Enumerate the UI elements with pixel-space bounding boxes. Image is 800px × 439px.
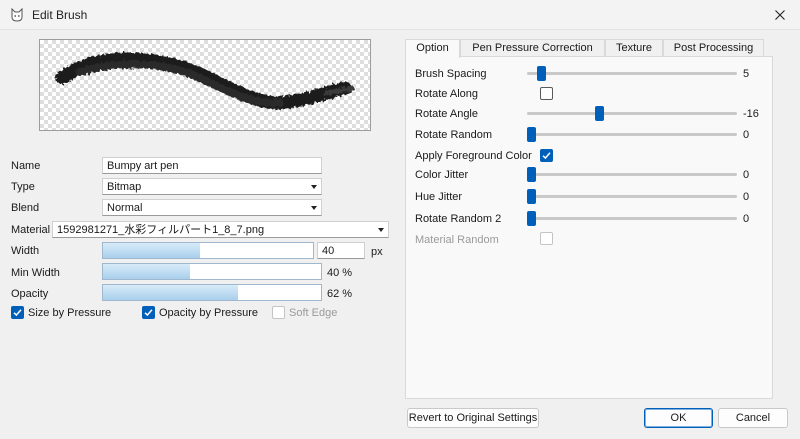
opacity-value: 62 %: [327, 288, 353, 300]
width-input[interactable]: 40: [317, 242, 365, 259]
width-bar[interactable]: [102, 242, 314, 259]
width-label: Width: [11, 245, 40, 257]
blend-label: Blend: [11, 202, 40, 214]
checkmark-icon: [542, 152, 551, 160]
hue-jitter-label: Hue Jitter: [415, 191, 463, 203]
rotate-angle-slider[interactable]: [595, 106, 605, 121]
rotate-random-2-value: 0: [743, 213, 750, 225]
rotate-angle-value: -16: [743, 108, 759, 120]
opacity-by-pressure-label: Opacity by Pressure: [159, 307, 259, 319]
title-bar: Edit Brush: [0, 0, 800, 30]
rotate-random-label: Rotate Random: [415, 129, 493, 141]
material-value: 1592981271_水彩フィルパート1_8_7.png: [57, 224, 265, 236]
app-icon: [11, 7, 23, 22]
name-label: Name: [11, 160, 41, 172]
size-by-pressure-label: Size by Pressure: [28, 307, 112, 319]
blend-dropdown[interactable]: Normal: [102, 199, 322, 216]
hue-jitter-track[interactable]: [527, 195, 737, 198]
color-jitter-slider[interactable]: [527, 167, 536, 182]
brush-spacing-track[interactable]: [527, 72, 737, 75]
tab-post-processing[interactable]: Post Processing: [663, 39, 764, 57]
min-width-label: Min Width: [11, 267, 60, 279]
apply-foreground-color-label: Apply Foreground Color: [415, 150, 532, 162]
ok-button[interactable]: OK: [644, 408, 713, 428]
rotate-along-checkbox[interactable]: [540, 87, 553, 100]
cancel-button[interactable]: Cancel: [718, 408, 788, 428]
tab-pen-pressure-correction[interactable]: Pen Pressure Correction: [460, 39, 605, 57]
tab-option[interactable]: Option: [405, 39, 460, 58]
min-width-bar[interactable]: [102, 263, 322, 280]
rotate-random-2-slider[interactable]: [527, 211, 536, 226]
type-value: Bitmap: [107, 181, 142, 193]
width-unit: px: [371, 246, 383, 258]
rotate-random-2-label: Rotate Random 2: [415, 213, 502, 225]
brush-spacing-label: Brush Spacing: [415, 68, 487, 80]
color-jitter-label: Color Jitter: [415, 169, 469, 181]
rotate-random-value: 0: [743, 129, 750, 141]
close-button[interactable]: [760, 0, 800, 30]
min-width-value: 40 %: [327, 267, 353, 279]
rotate-random-slider[interactable]: [527, 127, 536, 142]
soft-edge-checkbox[interactable]: [272, 306, 285, 319]
close-icon: [775, 10, 785, 20]
opacity-label: Opacity: [11, 288, 49, 300]
chevron-down-icon: [378, 228, 384, 232]
material-random-label: Material Random: [415, 234, 499, 246]
chevron-down-icon: [311, 185, 317, 189]
rotate-angle-label: Rotate Angle: [415, 108, 478, 120]
checkmark-icon: [13, 309, 22, 317]
brush-spacing-slider[interactable]: [537, 66, 547, 81]
material-dropdown[interactable]: 1592981271_水彩フィルパート1_8_7.png: [52, 221, 389, 238]
color-jitter-value: 0: [743, 169, 750, 181]
color-jitter-track[interactable]: [527, 173, 737, 176]
material-label: Material: [11, 224, 51, 236]
rotate-random-track[interactable]: [527, 133, 737, 136]
type-dropdown[interactable]: Bitmap: [102, 178, 322, 195]
hue-jitter-slider[interactable]: [527, 189, 536, 204]
window-title: Edit Brush: [32, 8, 88, 22]
chevron-down-icon: [311, 206, 317, 210]
material-random-checkbox[interactable]: [540, 232, 553, 245]
brush-spacing-value: 5: [743, 68, 750, 80]
tab-texture[interactable]: Texture: [605, 39, 663, 57]
name-input[interactable]: Bumpy art pen: [102, 157, 322, 174]
brush-preview: [39, 39, 371, 131]
opacity-by-pressure-checkbox[interactable]: [142, 306, 155, 319]
brush-stroke-preview: [55, 52, 355, 110]
hue-jitter-value: 0: [743, 191, 750, 203]
opacity-bar[interactable]: [102, 284, 322, 301]
soft-edge-label: Soft Edge: [289, 307, 338, 319]
rotate-random-2-track[interactable]: [527, 217, 737, 220]
type-label: Type: [11, 181, 35, 193]
blend-value: Normal: [107, 202, 143, 214]
checkmark-icon: [144, 309, 153, 317]
rotate-along-label: Rotate Along: [415, 88, 478, 100]
size-by-pressure-checkbox[interactable]: [11, 306, 24, 319]
apply-foreground-color-checkbox[interactable]: [540, 149, 553, 162]
rotate-angle-track[interactable]: [527, 112, 737, 115]
revert-button[interactable]: Revert to Original Settings: [407, 408, 539, 428]
